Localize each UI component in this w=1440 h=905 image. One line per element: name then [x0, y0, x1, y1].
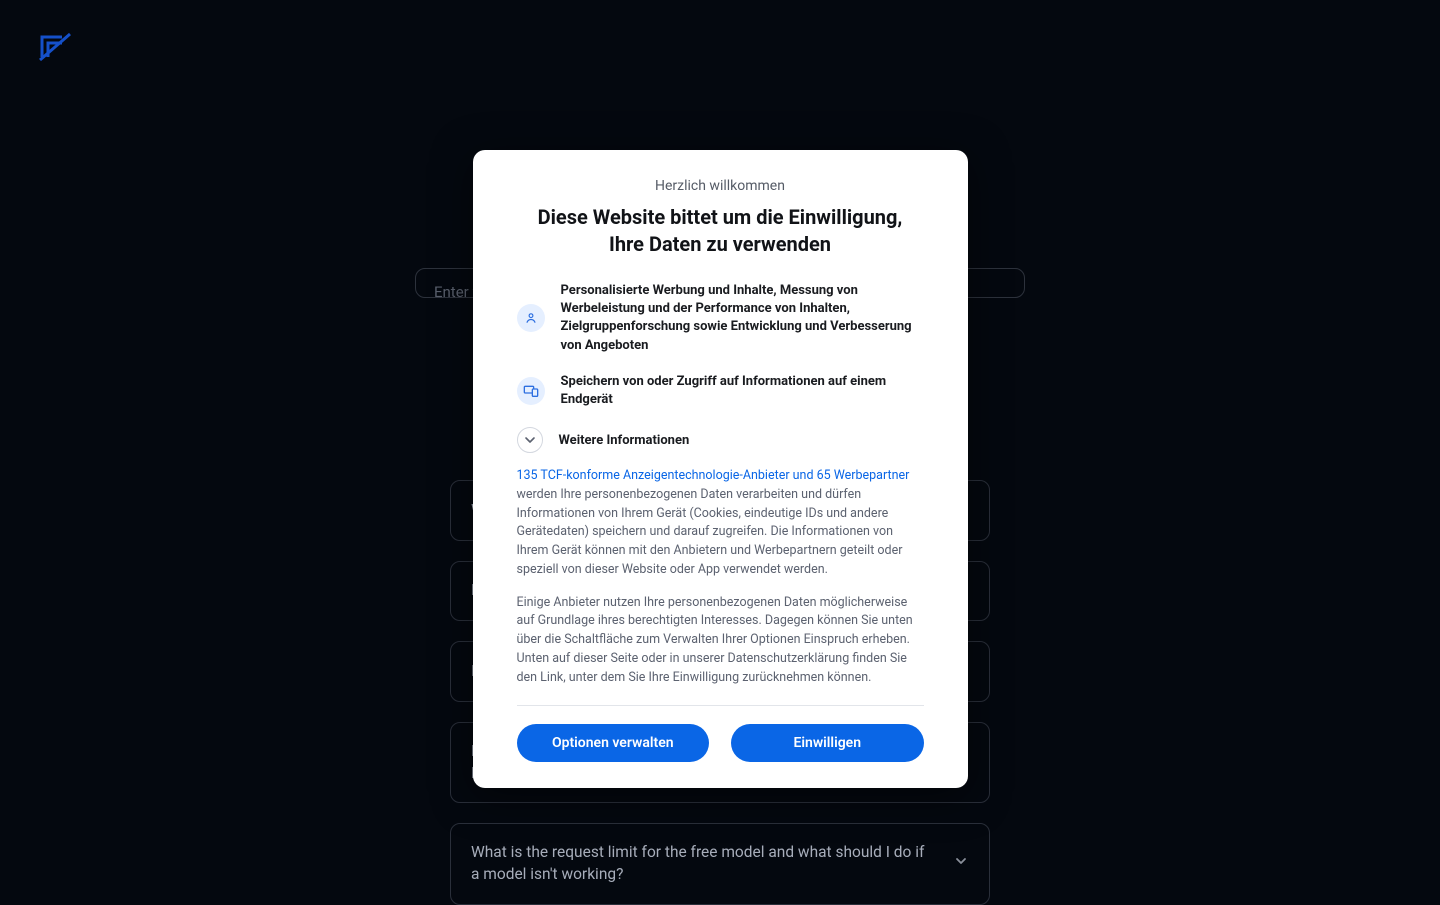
consent-welcome: Herzlich willkommen — [517, 178, 924, 194]
devices-icon — [517, 377, 545, 405]
person-icon — [517, 304, 545, 332]
consent-headline: Diese Website bittet um die Einwilligung… — [530, 204, 910, 258]
manage-options-button[interactable]: Optionen verwalten — [517, 724, 710, 762]
agree-button[interactable]: Einwilligen — [731, 724, 924, 762]
consent-purposes: Personalisierte Werbung und Inhalte, Mes… — [517, 282, 924, 409]
consent-purpose-text: Speichern von oder Zugriff auf Informati… — [561, 373, 924, 409]
consent-partners-link[interactable]: 135 TCF-konforme Anzeigentechnologie-Anb… — [517, 468, 910, 483]
chevron-down-icon — [517, 427, 543, 453]
consent-modal: Herzlich willkommen Diese Website bittet… — [473, 150, 968, 788]
consent-more-label: Weitere Informationen — [559, 433, 690, 448]
consent-paragraph-1-text: werden Ihre personenbezogenen Daten vera… — [517, 487, 903, 577]
consent-paragraph-1: 135 TCF-konforme Anzeigentechnologie-Anb… — [517, 467, 924, 580]
consent-purpose: Personalisierte Werbung und Inhalte, Mes… — [517, 282, 924, 355]
consent-purpose-text: Personalisierte Werbung und Inhalte, Mes… — [561, 282, 924, 355]
consent-modal-backdrop: Herzlich willkommen Diese Website bittet… — [0, 0, 1440, 900]
consent-button-row: Optionen verwalten Einwilligen — [517, 724, 924, 762]
consent-purpose: Speichern von oder Zugriff auf Informati… — [517, 373, 924, 409]
consent-more-row[interactable]: Weitere Informationen — [517, 427, 924, 453]
consent-paragraph-2: Einige Anbieter nutzen Ihre personenbezo… — [517, 594, 924, 707]
